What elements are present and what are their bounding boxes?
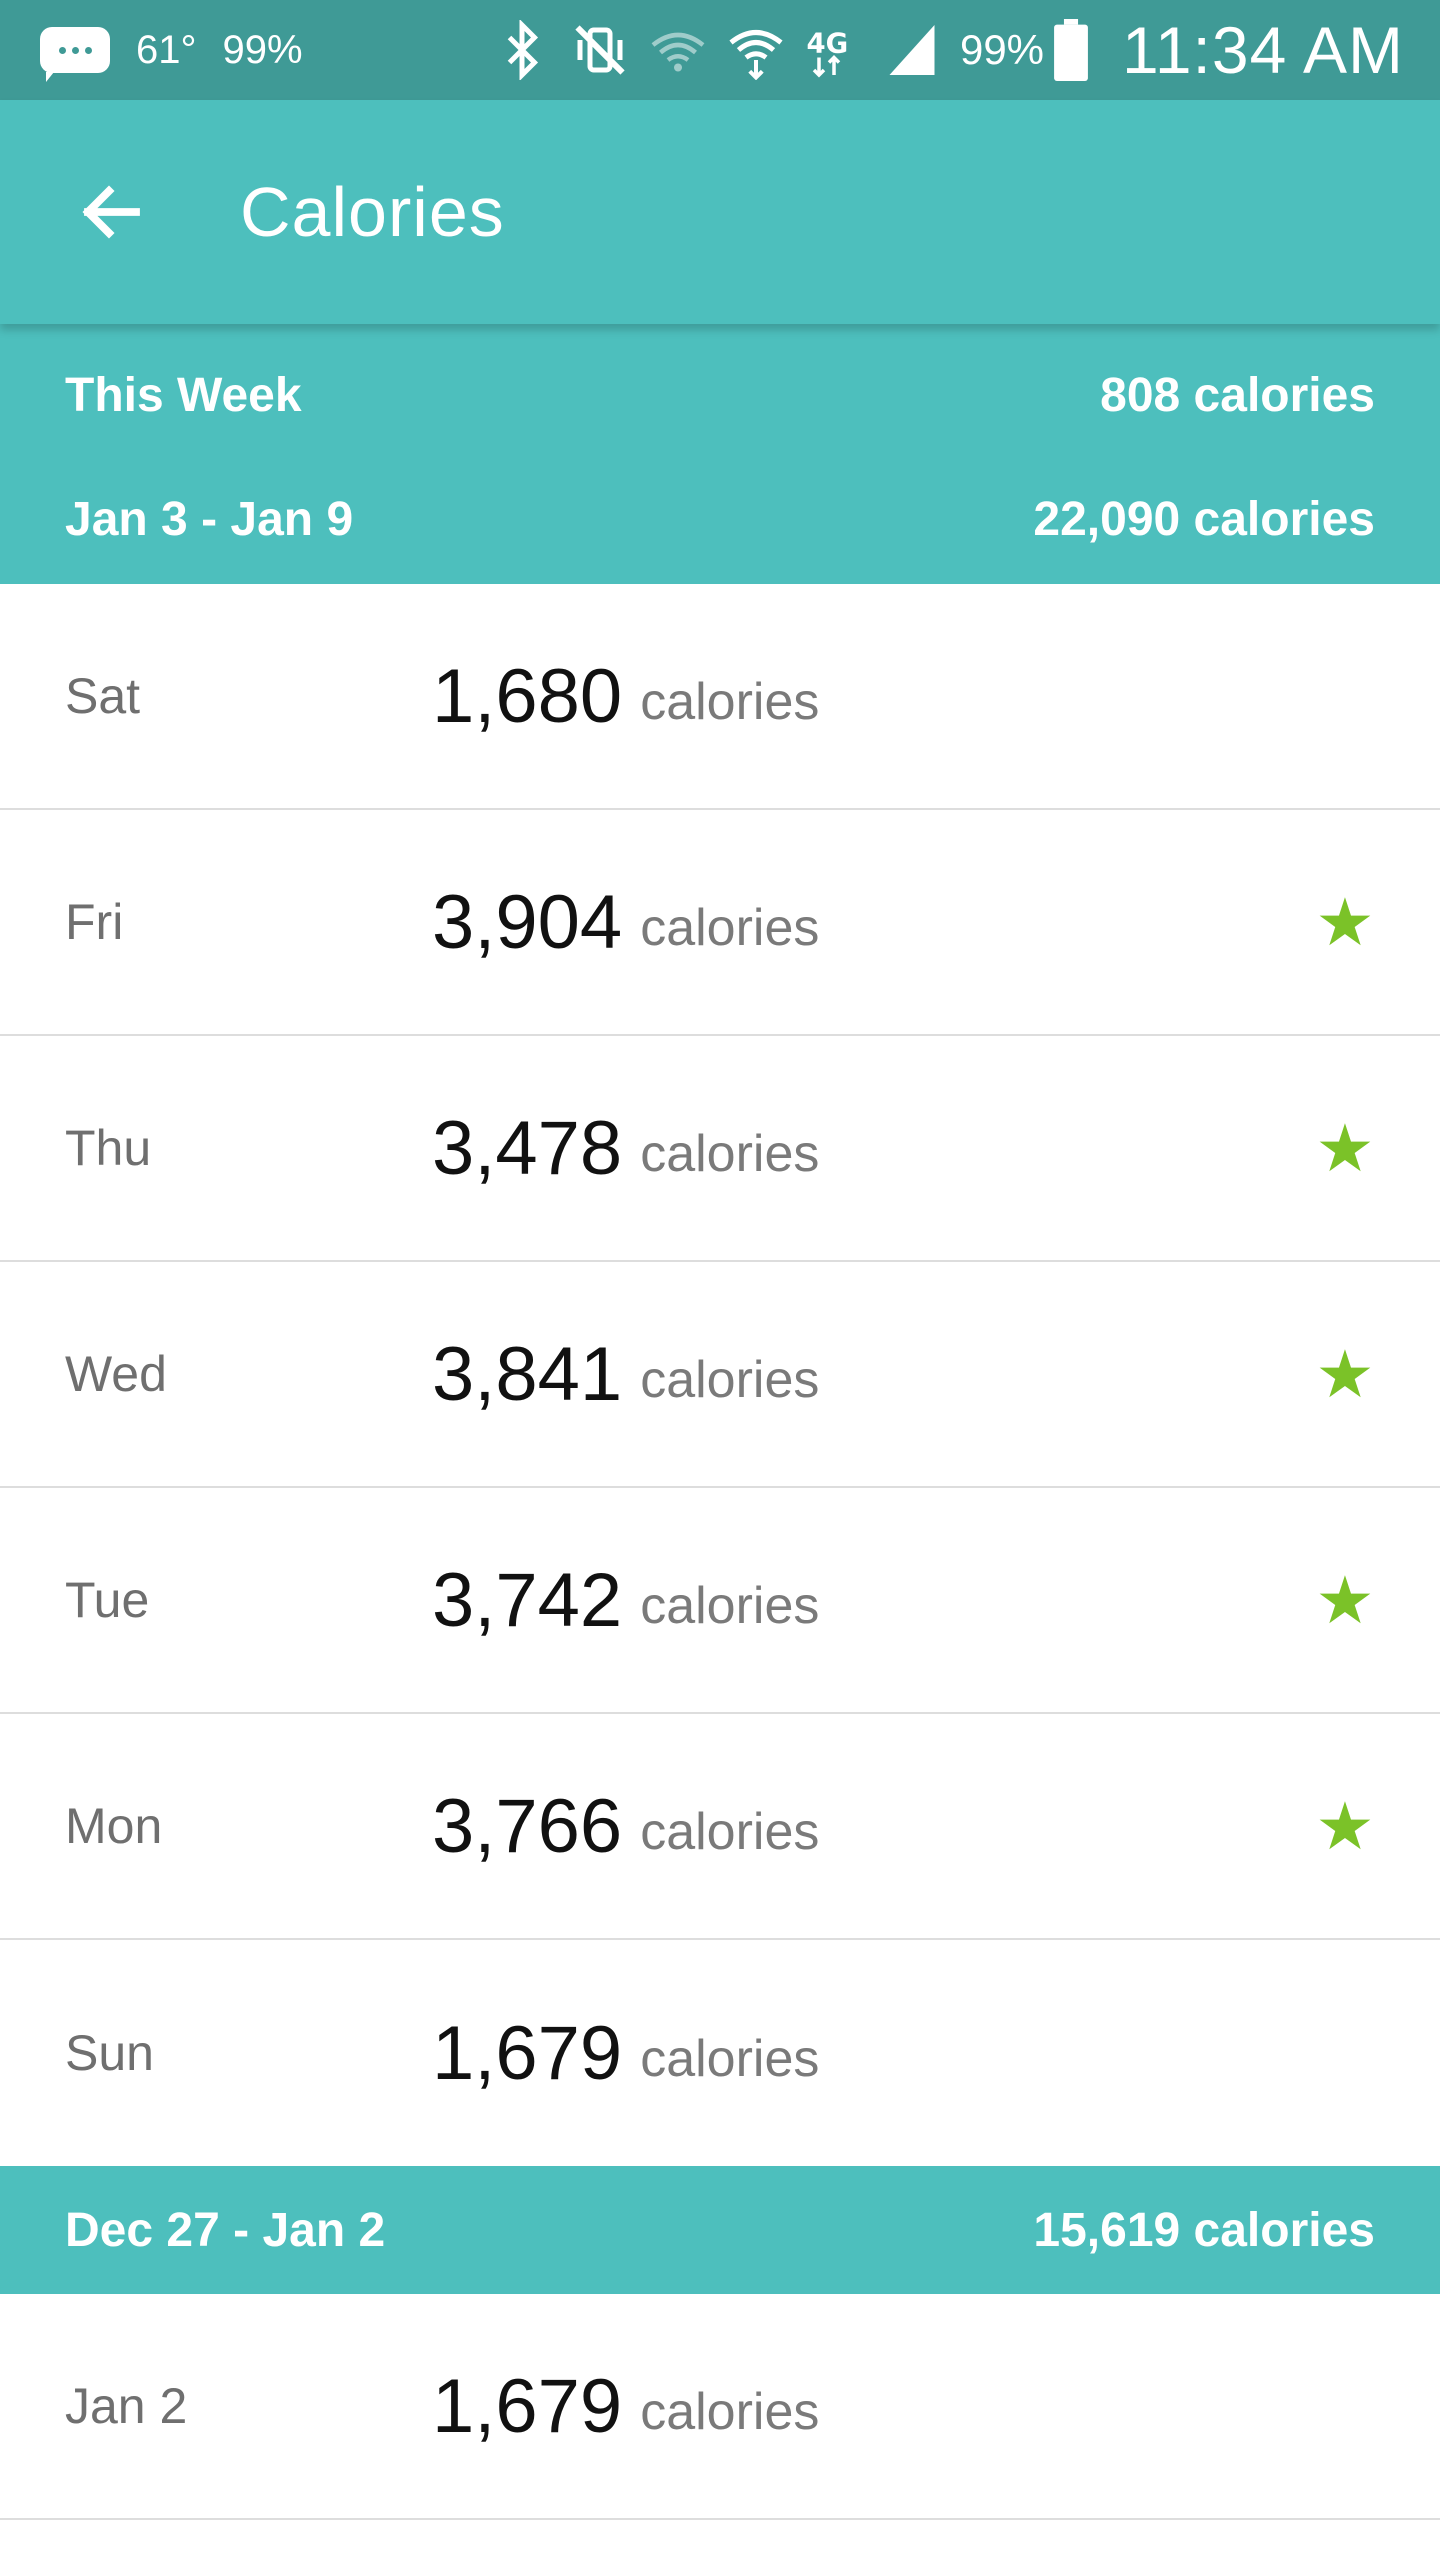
day-unit: calories <box>640 2030 820 2088</box>
this-week-label: This Week <box>65 368 302 422</box>
week-header-current: This Week 808 calories Jan 3 - Jan 9 22,… <box>0 324 1440 584</box>
day-value: 3,742 <box>432 1557 623 1643</box>
day-row-sun[interactable]: Sun 1,679 calories <box>0 1940 1440 2166</box>
status-bar: 61° 99% 4G 99% 11:34 AM <box>0 0 1440 100</box>
day-label: Mon <box>65 1798 163 1854</box>
vibrate-mute-icon <box>575 25 625 75</box>
week-total: 15,619 calories <box>1033 2203 1375 2257</box>
day-row-sat[interactable]: Sat 1,680 calories <box>0 584 1440 810</box>
bluetooth-icon <box>507 20 539 80</box>
day-label: Tue <box>65 1572 150 1628</box>
day-unit: calories <box>640 1803 820 1861</box>
day-label: Thu <box>65 1120 152 1176</box>
week-range: Dec 27 - Jan 2 <box>65 2203 386 2257</box>
back-button[interactable] <box>56 156 168 268</box>
day-label: Fri <box>65 894 124 950</box>
page-title: Calories <box>240 173 505 251</box>
clock-time: 11:34 AM <box>1122 13 1404 87</box>
message-icon <box>40 27 110 82</box>
day-row-mon[interactable]: Mon 3,766 calories ★ <box>0 1714 1440 1940</box>
back-arrow-icon <box>82 185 140 239</box>
goal-star-icon: ★ <box>1315 1563 1375 1637</box>
day-value: 3,841 <box>432 1331 623 1417</box>
goal-star-icon: ★ <box>1315 1337 1375 1411</box>
day-label: Jan 2 <box>65 2378 188 2434</box>
day-unit: calories <box>640 2383 820 2441</box>
goal-star-icon: ★ <box>1315 1789 1375 1863</box>
day-unit: calories <box>640 1125 820 1183</box>
lte-icon: 4G <box>806 28 848 78</box>
day-row-tue[interactable]: Tue 3,742 calories ★ <box>0 1488 1440 1714</box>
this-week-value: 808 calories <box>1100 368 1375 422</box>
week-total: 22,090 calories <box>1033 492 1375 546</box>
day-row-fri[interactable]: Fri 3,904 calories ★ <box>0 810 1440 1036</box>
day-row-thu[interactable]: Thu 3,478 calories ★ <box>0 1036 1440 1262</box>
wifi-calling-icon <box>651 32 705 72</box>
notif-percent-text: 99% <box>222 27 303 72</box>
day-value: 1,680 <box>432 653 623 739</box>
day-value: 1,679 <box>432 2010 623 2096</box>
goal-star-icon: ★ <box>1315 1111 1375 1185</box>
day-unit: calories <box>640 1577 820 1635</box>
day-label: Wed <box>65 1346 167 1402</box>
wifi-icon <box>729 30 783 80</box>
battery-icon <box>1054 19 1088 81</box>
week-range: Jan 3 - Jan 9 <box>65 492 354 546</box>
day-row-wed[interactable]: Wed 3,841 calories ★ <box>0 1262 1440 1488</box>
day-value: 1,679 <box>432 2363 623 2449</box>
day-unit: calories <box>640 899 820 957</box>
day-value: 3,766 <box>432 1783 623 1869</box>
temperature-text: 61° <box>136 27 197 72</box>
signal-icon <box>889 25 935 75</box>
day-value: 3,478 <box>432 1105 623 1191</box>
day-unit: calories <box>640 673 820 731</box>
day-label: Sun <box>65 2025 154 2081</box>
day-unit: calories <box>640 1351 820 1409</box>
week-header-previous: Dec 27 - Jan 2 15,619 calories <box>0 2166 1440 2294</box>
svg-text:4G: 4G <box>806 28 848 60</box>
day-label: Sat <box>65 668 141 724</box>
app-bar: Calories <box>0 100 1440 324</box>
day-row-jan-2[interactable]: Jan 2 1,679 calories <box>0 2294 1440 2520</box>
goal-star-icon: ★ <box>1315 885 1375 959</box>
battery-percent-text: 99% <box>959 26 1045 73</box>
day-value: 3,904 <box>432 879 623 965</box>
